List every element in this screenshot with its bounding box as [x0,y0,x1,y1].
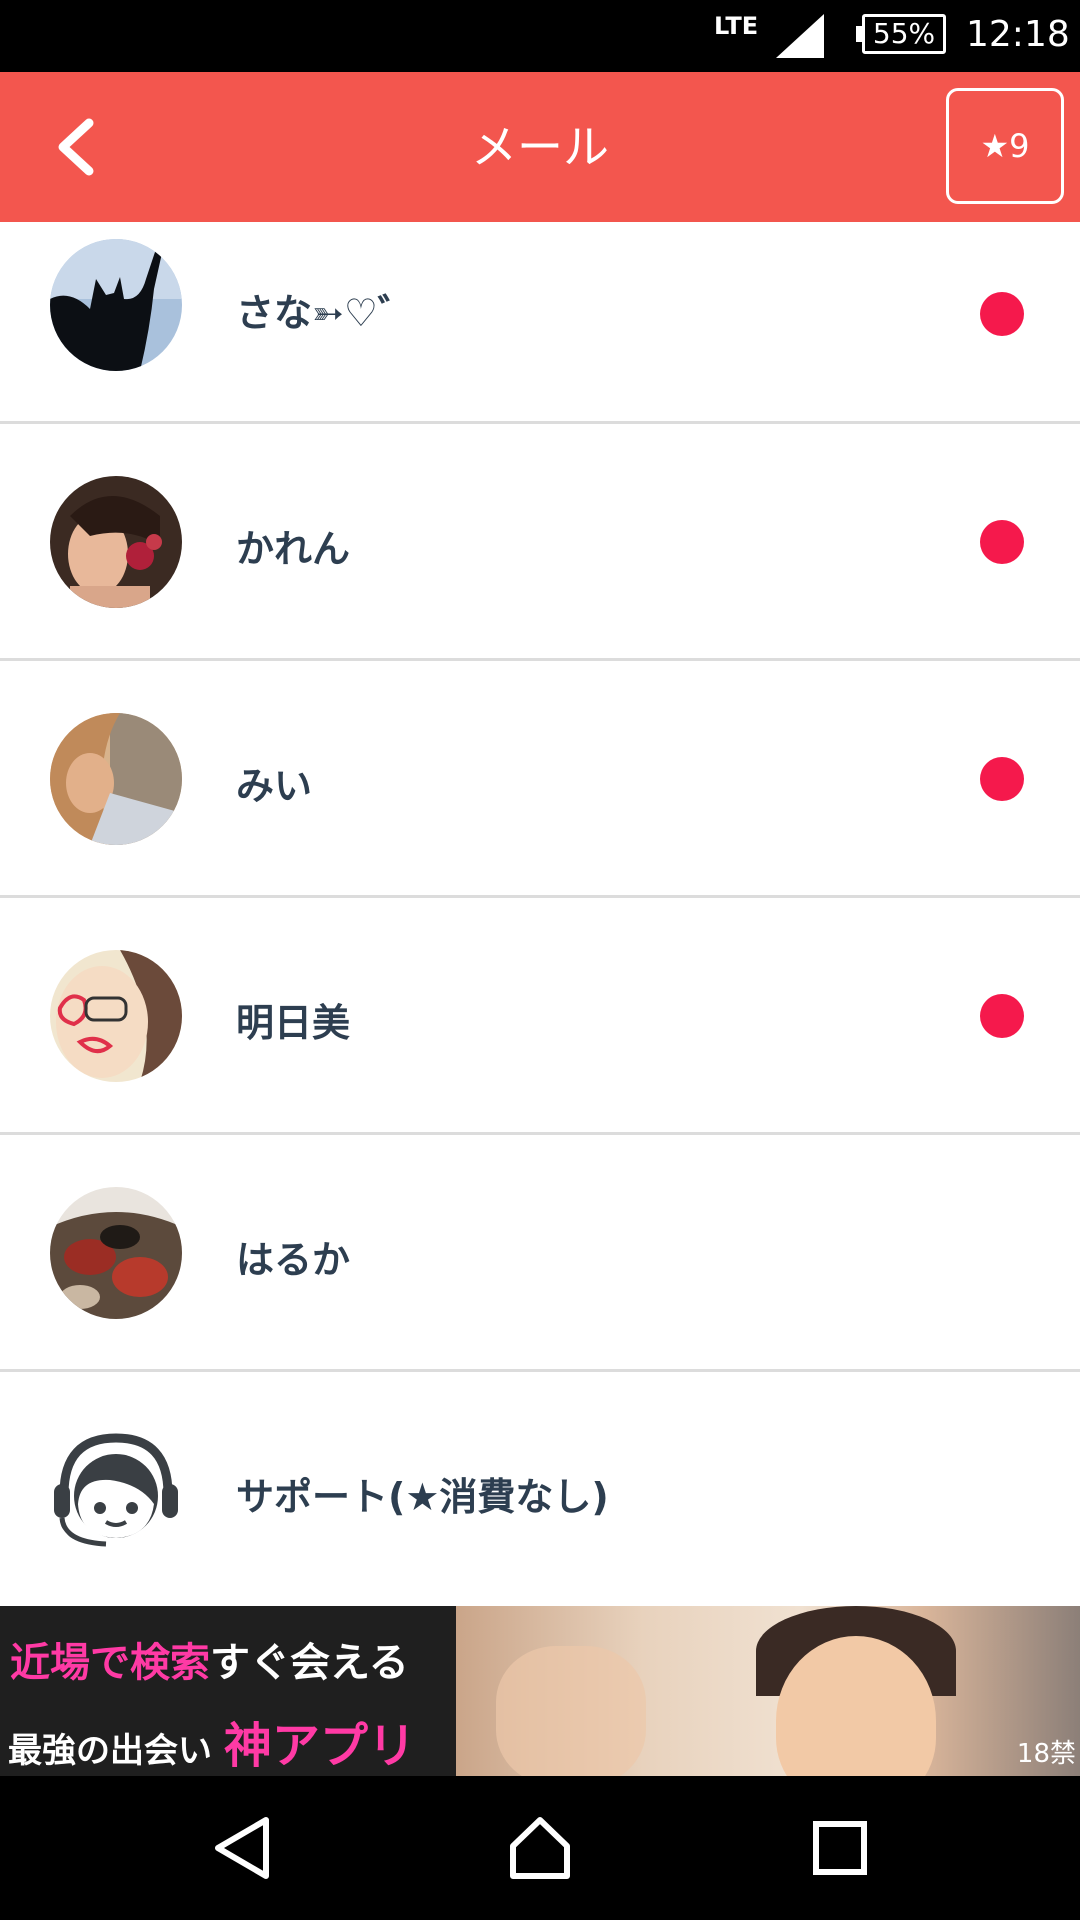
battery-level: 55% [872,17,936,50]
triangle-back-icon [215,1817,269,1879]
age-restriction-label: 18禁 [1016,1739,1076,1769]
avatar [50,713,182,845]
unread-badge [980,757,1024,801]
unread-badge [980,520,1024,564]
status-bar: LTE 55% 12:18 [0,0,1080,72]
page-title: メール [471,120,609,174]
avatar [50,950,182,1082]
unread-badge [980,292,1024,336]
list-item[interactable]: みい [0,661,1080,898]
home-nav-button[interactable] [500,1808,580,1888]
contact-name: みい [236,764,313,808]
banner-text-panel: 近場で検索すぐ会える 最強の出会い 神アプリ [0,1606,456,1776]
chevron-left-icon [58,118,94,176]
contact-name: 明日美 [236,1001,351,1045]
recents-nav-button[interactable] [800,1808,880,1888]
avatar [50,1187,182,1319]
unread-badge [980,994,1024,1038]
back-button[interactable] [40,112,110,182]
system-nav-bar [0,1776,1080,1920]
avatar [50,476,182,608]
list-item[interactable]: さな➳♡゛ [0,222,1080,424]
list-item[interactable]: はるか [0,1135,1080,1372]
ad-banner[interactable]: 近場で検索すぐ会える 最強の出会い 神アプリ 18禁 [0,1606,1080,1776]
battery-icon: 55% [862,14,946,54]
signal-icon [776,14,824,58]
banner-subline: 最強の出会い 神アプリ [8,1718,416,1774]
contact-name: さな➳♡゛ [236,291,416,335]
avatar [50,239,182,371]
home-icon [510,1817,570,1879]
star-points-label: ★9 [980,127,1030,165]
banner-photo: 18禁 [456,1606,1080,1776]
app-header: メール ★9 [0,72,1080,222]
back-nav-button[interactable] [202,1808,282,1888]
star-points-button[interactable]: ★9 [946,88,1064,204]
message-list: さな➳♡゛ かれん みい 明日美 はるか サポート(★消費なし) [0,222,1080,1608]
contact-name: かれん [236,527,351,571]
contact-name: はるか [236,1238,351,1282]
square-recents-icon [813,1821,867,1875]
support-headset-icon [50,1424,182,1556]
banner-headline: 近場で検索すぐ会える [10,1640,409,1686]
contact-name: サポート(★消費なし) [236,1475,609,1519]
list-item[interactable]: 明日美 [0,898,1080,1135]
list-item[interactable]: サポート(★消費なし) [0,1372,1080,1608]
status-time: 12:18 [966,14,1070,55]
list-item[interactable]: かれん [0,424,1080,661]
network-type: LTE [714,12,759,40]
banner-hand [496,1646,646,1776]
